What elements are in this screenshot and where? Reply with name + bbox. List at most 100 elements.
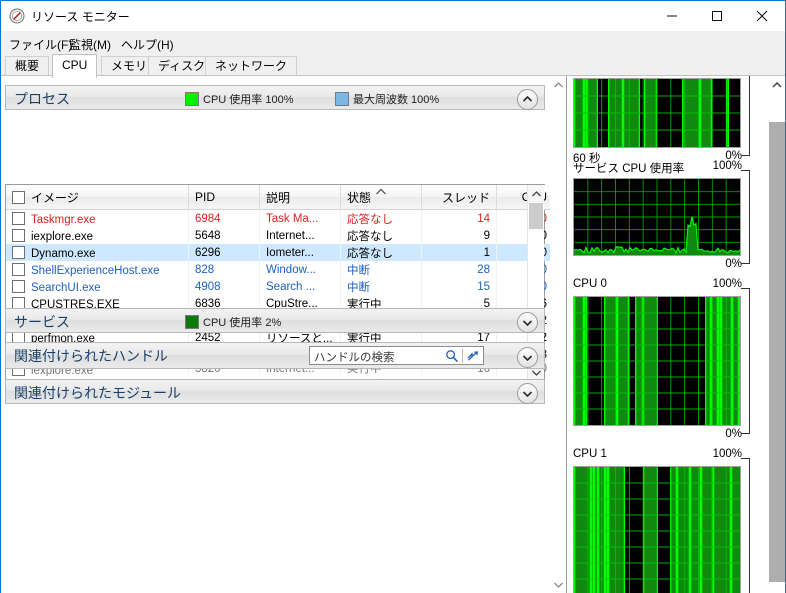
modules-expand-chevron-down-icon[interactable] xyxy=(517,383,538,404)
window-title: リソース モニター xyxy=(31,10,130,24)
tab-strip: 概要 CPU メモリ ディスク ネットワーク xyxy=(1,53,785,78)
cell-cpu: 0 xyxy=(496,227,554,244)
cpu-usage-swatch xyxy=(185,92,199,106)
modules-section: 関連付けられたモジュール xyxy=(5,379,545,404)
cell-status: 中断 xyxy=(340,278,422,295)
cell-cpu: 0 xyxy=(496,278,554,295)
column-header-4[interactable]: スレッド xyxy=(421,185,497,210)
cpu0-graph-title: CPU 0 xyxy=(573,278,607,290)
refresh-icon[interactable] xyxy=(466,349,480,366)
cell-image: SearchUI.exe xyxy=(6,278,189,295)
cell-desc: Window... xyxy=(259,261,341,278)
cpu0-graph-min-label: 0% xyxy=(725,428,742,440)
cell-status: 応答なし xyxy=(340,244,422,261)
process-name: SearchUI.exe xyxy=(31,281,101,294)
cpu0-graph: CPU 0 100% 0% xyxy=(573,278,756,444)
cell-threads: 15 xyxy=(421,278,497,295)
cpu-total-graph: 60 秒 0% xyxy=(573,76,756,166)
cpu1-graph-max-label: 100% xyxy=(712,448,742,460)
graph-scroll-up-arrow-icon[interactable] xyxy=(768,76,785,93)
cell-image: Dynamo.exe xyxy=(6,244,189,261)
max-frequency-swatch xyxy=(335,92,349,106)
cpu0-graph-plot xyxy=(573,296,754,426)
cell-desc: Task Ma... xyxy=(259,209,341,227)
maximize-button[interactable] xyxy=(694,1,739,31)
menu-help[interactable]: ヘルプ(H) xyxy=(117,34,178,55)
cell-threads: 9 xyxy=(421,227,497,244)
cell-cpu: 0 xyxy=(496,209,554,227)
cell-threads: 14 xyxy=(421,209,497,227)
service-cpu-graph-min-label: 0% xyxy=(725,258,742,270)
resource-monitor-icon xyxy=(9,8,25,24)
cpu-total-graph-scale-bracket xyxy=(741,76,750,156)
search-icon[interactable] xyxy=(445,349,459,366)
column-header-label: イメージ xyxy=(31,190,79,205)
column-header-5[interactable]: CPU xyxy=(496,185,554,210)
tab-network[interactable]: ネットワーク xyxy=(205,56,298,77)
cell-image: ShellExperienceHost.exe xyxy=(6,261,189,278)
services-header[interactable]: サービス CPU 使用率 2% xyxy=(5,308,545,333)
modules-header[interactable]: 関連付けられたモジュール xyxy=(5,379,545,404)
cell-pid: 5648 xyxy=(188,227,260,244)
table-scroll-thumb[interactable] xyxy=(529,203,543,229)
graph-pane-scrollbar[interactable] xyxy=(768,76,785,593)
minimize-button[interactable] xyxy=(649,1,694,31)
services-expand-chevron-down-icon[interactable] xyxy=(517,312,538,333)
cell-threads: 28 xyxy=(421,261,497,278)
column-header-2[interactable]: 説明 xyxy=(259,185,341,210)
process-name: ShellExperienceHost.exe xyxy=(31,264,160,277)
process-name: Taskmgr.exe xyxy=(31,213,96,226)
handle-search-placeholder: ハンドルの検索 xyxy=(314,352,395,364)
services-cpu-legend: CPU 使用率 2% xyxy=(203,317,282,329)
search-divider xyxy=(462,349,463,363)
cpu1-graph-scale-bracket xyxy=(741,458,750,593)
processes-header[interactable]: プロセス CPU 使用率 100% 最大周波数 100% xyxy=(5,85,545,110)
cell-image: iexplore.exe xyxy=(6,227,189,244)
cell-cpu: 0 xyxy=(496,244,554,261)
resource-monitor-window: リソース モニター ファイル(F) 監視(M) ヘルプ(H) 概要 CPU メモ… xyxy=(0,0,786,593)
sort-ascending-arrow-icon xyxy=(376,184,387,198)
service-cpu-graph-scale-bracket xyxy=(741,170,750,264)
column-header-label: 説明 xyxy=(266,190,291,205)
left-pane: プロセス CPU 使用率 100% 最大周波数 100% イメージ PID 説明 状態… xyxy=(1,76,620,593)
column-header-3[interactable]: 状態 xyxy=(340,184,422,210)
column-header-label: PID xyxy=(195,190,216,204)
process-name: Dynamo.exe xyxy=(31,247,96,260)
menu-monitor[interactable]: 監視(M) xyxy=(65,34,115,55)
select-all-checkbox[interactable] xyxy=(12,190,25,204)
cpu0-graph-scale-bracket xyxy=(741,288,750,434)
left-pane-scrollbar[interactable] xyxy=(550,76,567,593)
row-checkbox[interactable] xyxy=(12,211,25,225)
processes-collapse-chevron-up-icon[interactable] xyxy=(517,89,538,110)
cpu1-graph-plot xyxy=(573,466,749,593)
cell-pid: 6984 xyxy=(188,209,260,227)
max-frequency-legend: 最大周波数 100% xyxy=(353,94,440,106)
close-button[interactable] xyxy=(739,1,784,31)
handles-expand-chevron-down-icon[interactable] xyxy=(517,347,538,368)
graph-pane: 60 秒 0% サービス CPU 使用率 100% 0% CPU 0 100% 0% CPU 1… xyxy=(566,76,785,593)
graph-scroll-thumb[interactable] xyxy=(769,122,785,582)
cell-desc: Internet... xyxy=(259,227,341,244)
cell-status: 応答なし xyxy=(340,227,422,244)
cell-pid: 828 xyxy=(188,261,260,278)
row-checkbox[interactable] xyxy=(12,279,25,293)
menu-bar: ファイル(F) 監視(M) ヘルプ(H) xyxy=(1,31,785,53)
cell-desc: Iometer... xyxy=(259,244,341,261)
row-checkbox[interactable] xyxy=(12,245,25,259)
cell-desc: Search ... xyxy=(259,278,341,295)
cpu-usage-legend: CPU 使用率 100% xyxy=(203,94,294,106)
table-scroll-up-arrow-icon[interactable] xyxy=(528,185,544,202)
tab-overview[interactable]: 概要 xyxy=(5,56,50,77)
tab-cpu[interactable]: CPU xyxy=(52,54,98,78)
column-header-1[interactable]: PID xyxy=(188,185,260,210)
handle-search-box[interactable]: ハンドルの検索 xyxy=(309,346,484,365)
row-checkbox[interactable] xyxy=(12,262,25,276)
row-checkbox[interactable] xyxy=(12,228,25,242)
handles-header[interactable]: 関連付けられたハンドル ハンドルの検索 xyxy=(5,342,545,369)
left-scroll-up-arrow-icon[interactable] xyxy=(550,76,567,93)
left-scroll-down-arrow-icon[interactable] xyxy=(550,576,567,593)
column-header-0[interactable]: イメージ xyxy=(6,185,189,210)
cpu0-graph-max-label: 100% xyxy=(712,278,742,290)
cell-image: Taskmgr.exe xyxy=(6,209,189,227)
service-cpu-graph-title: サービス CPU 使用率 xyxy=(573,163,685,175)
